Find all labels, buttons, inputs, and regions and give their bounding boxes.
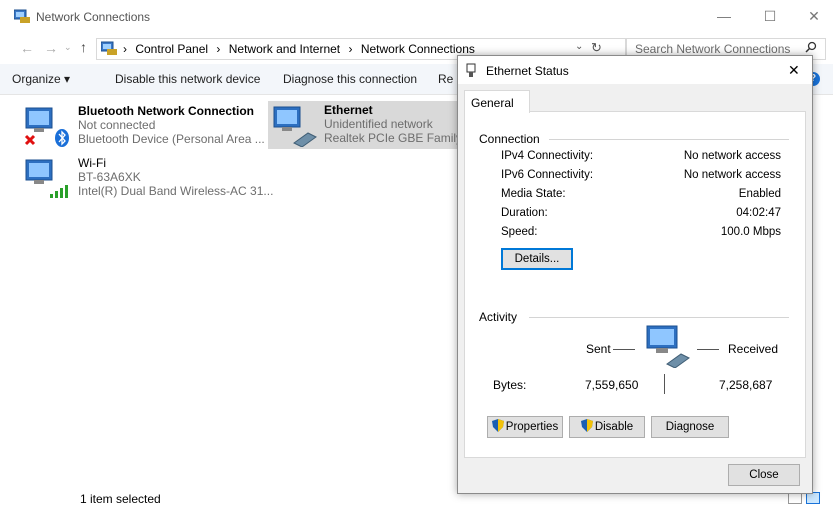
- close-window-button[interactable]: ✕: [806, 8, 822, 24]
- connection-name: Ethernet: [324, 103, 373, 117]
- media-state-label: Media State:: [501, 188, 566, 200]
- ipv6-value: No network access: [683, 169, 781, 181]
- breadcrumb-control-panel[interactable]: Control Panel: [135, 42, 208, 56]
- diagnose-button[interactable]: Diagnose: [651, 416, 729, 438]
- breadcrumb-separator: ›: [348, 42, 353, 56]
- bytes-divider: [664, 374, 665, 394]
- duration-label: Duration:: [501, 207, 548, 219]
- connection-ethernet[interactable]: Ethernet Unidentified network Realtek PC…: [268, 101, 474, 149]
- breadcrumb-network-and-internet[interactable]: Network and Internet: [229, 42, 340, 56]
- ipv4-label: IPv4 Connectivity:: [501, 150, 594, 162]
- connection-name: Wi-Fi: [78, 156, 106, 170]
- control-panel-icon: [100, 41, 117, 55]
- network-connections-icon: [13, 9, 30, 23]
- status-text: 1 item selected: [80, 492, 161, 506]
- maximize-button[interactable]: ☐: [762, 8, 778, 24]
- sent-label: Sent: [586, 342, 611, 356]
- breadcrumb-network-connections[interactable]: Network Connections: [361, 42, 475, 56]
- connection-status: BT-63A6XK: [78, 170, 141, 184]
- organize-menu[interactable]: Organize ▾: [12, 72, 70, 86]
- refresh-icon[interactable]: ↻: [591, 40, 602, 56]
- activity-group-header: Activity: [479, 310, 518, 324]
- connection-device: Realtek PCIe GBE Family C: [324, 131, 475, 145]
- received-line: [697, 349, 719, 350]
- disable-device-button[interactable]: Disable this network device: [115, 72, 260, 86]
- window-title: Network Connections: [36, 10, 151, 24]
- bluetooth-network-icon: [24, 104, 74, 148]
- uac-shield-icon: [491, 419, 504, 432]
- speed-label: Speed:: [501, 226, 538, 238]
- connection-status: Not connected: [78, 118, 156, 132]
- minimize-button[interactable]: —: [716, 8, 732, 24]
- ethernet-plug-icon: [466, 62, 476, 78]
- details-button[interactable]: Details...: [501, 248, 573, 270]
- breadcrumb: › Control Panel › Network and Internet ›…: [123, 42, 480, 56]
- title-bar: Network Connections — ☐ ✕: [0, 0, 833, 34]
- media-state-value: Enabled: [738, 188, 781, 200]
- search-icon[interactable]: [805, 41, 817, 56]
- general-tab-panel: Connection IPv4 Connectivity: No network…: [464, 111, 806, 458]
- received-label: Received: [728, 342, 779, 356]
- up-arrow-icon[interactable]: ↑: [80, 39, 87, 55]
- network-activity-icon: [643, 324, 691, 369]
- uac-shield-icon: [580, 419, 593, 432]
- dialog-close-bottom-button[interactable]: Close: [728, 464, 800, 486]
- connection-status: Unidentified network: [324, 117, 433, 131]
- wifi-network-icon: [24, 156, 74, 200]
- breadcrumb-separator: ›: [123, 42, 127, 56]
- bytes-sent-value: 7,559,650: [585, 378, 639, 392]
- disable-label: Disable: [594, 421, 634, 433]
- speed-value: 100.0 Mbps: [720, 226, 781, 238]
- properties-button[interactable]: Properties: [487, 416, 563, 438]
- connection-name: Bluetooth Network Connection: [78, 104, 254, 118]
- tab-general-label: General: [471, 96, 514, 110]
- address-dropdown-icon[interactable]: ⌄: [575, 41, 583, 52]
- disable-button[interactable]: Disable: [569, 416, 645, 438]
- dialog-title-bar: Ethernet Status ✕: [458, 56, 812, 84]
- recent-chevron-icon[interactable]: ⌄: [64, 42, 72, 53]
- tab-general[interactable]: General: [464, 90, 530, 113]
- bytes-received-value: 7,258,687: [719, 378, 773, 392]
- back-arrow-icon[interactable]: ←: [20, 40, 34, 56]
- ethernet-network-icon: [272, 103, 322, 148]
- connection-divider: [549, 139, 789, 140]
- dialog-close-button[interactable]: ✕: [788, 62, 800, 79]
- rename-button[interactable]: Re: [438, 72, 453, 86]
- connection-device: Bluetooth Device (Personal Area ...: [78, 132, 265, 146]
- search-input[interactable]: Search Network Connections: [635, 42, 790, 56]
- connection-device: Intel(R) Dual Band Wireless-AC 31...: [78, 184, 274, 198]
- forward-arrow-icon[interactable]: →: [44, 40, 58, 56]
- breadcrumb-separator: ›: [216, 42, 221, 56]
- duration-value: 04:02:47: [736, 207, 781, 219]
- ipv6-label: IPv6 Connectivity:: [501, 169, 594, 181]
- properties-label: Properties: [505, 421, 559, 433]
- connection-bluetooth[interactable]: Bluetooth Network Connection Not connect…: [24, 104, 265, 150]
- ipv4-value: No network access: [683, 150, 781, 162]
- diagnose-connection-button[interactable]: Diagnose this connection: [283, 72, 417, 86]
- ethernet-status-dialog: Ethernet Status ✕ General Connection IPv…: [457, 55, 813, 494]
- bytes-label: Bytes:: [493, 378, 527, 392]
- dialog-title: Ethernet Status: [486, 64, 569, 78]
- sent-line: [613, 349, 635, 350]
- activity-divider: [529, 317, 789, 318]
- connection-group-header: Connection: [479, 132, 540, 146]
- connection-wifi[interactable]: Wi-Fi BT-63A6XK Intel(R) Dual Band Wirel…: [24, 156, 273, 202]
